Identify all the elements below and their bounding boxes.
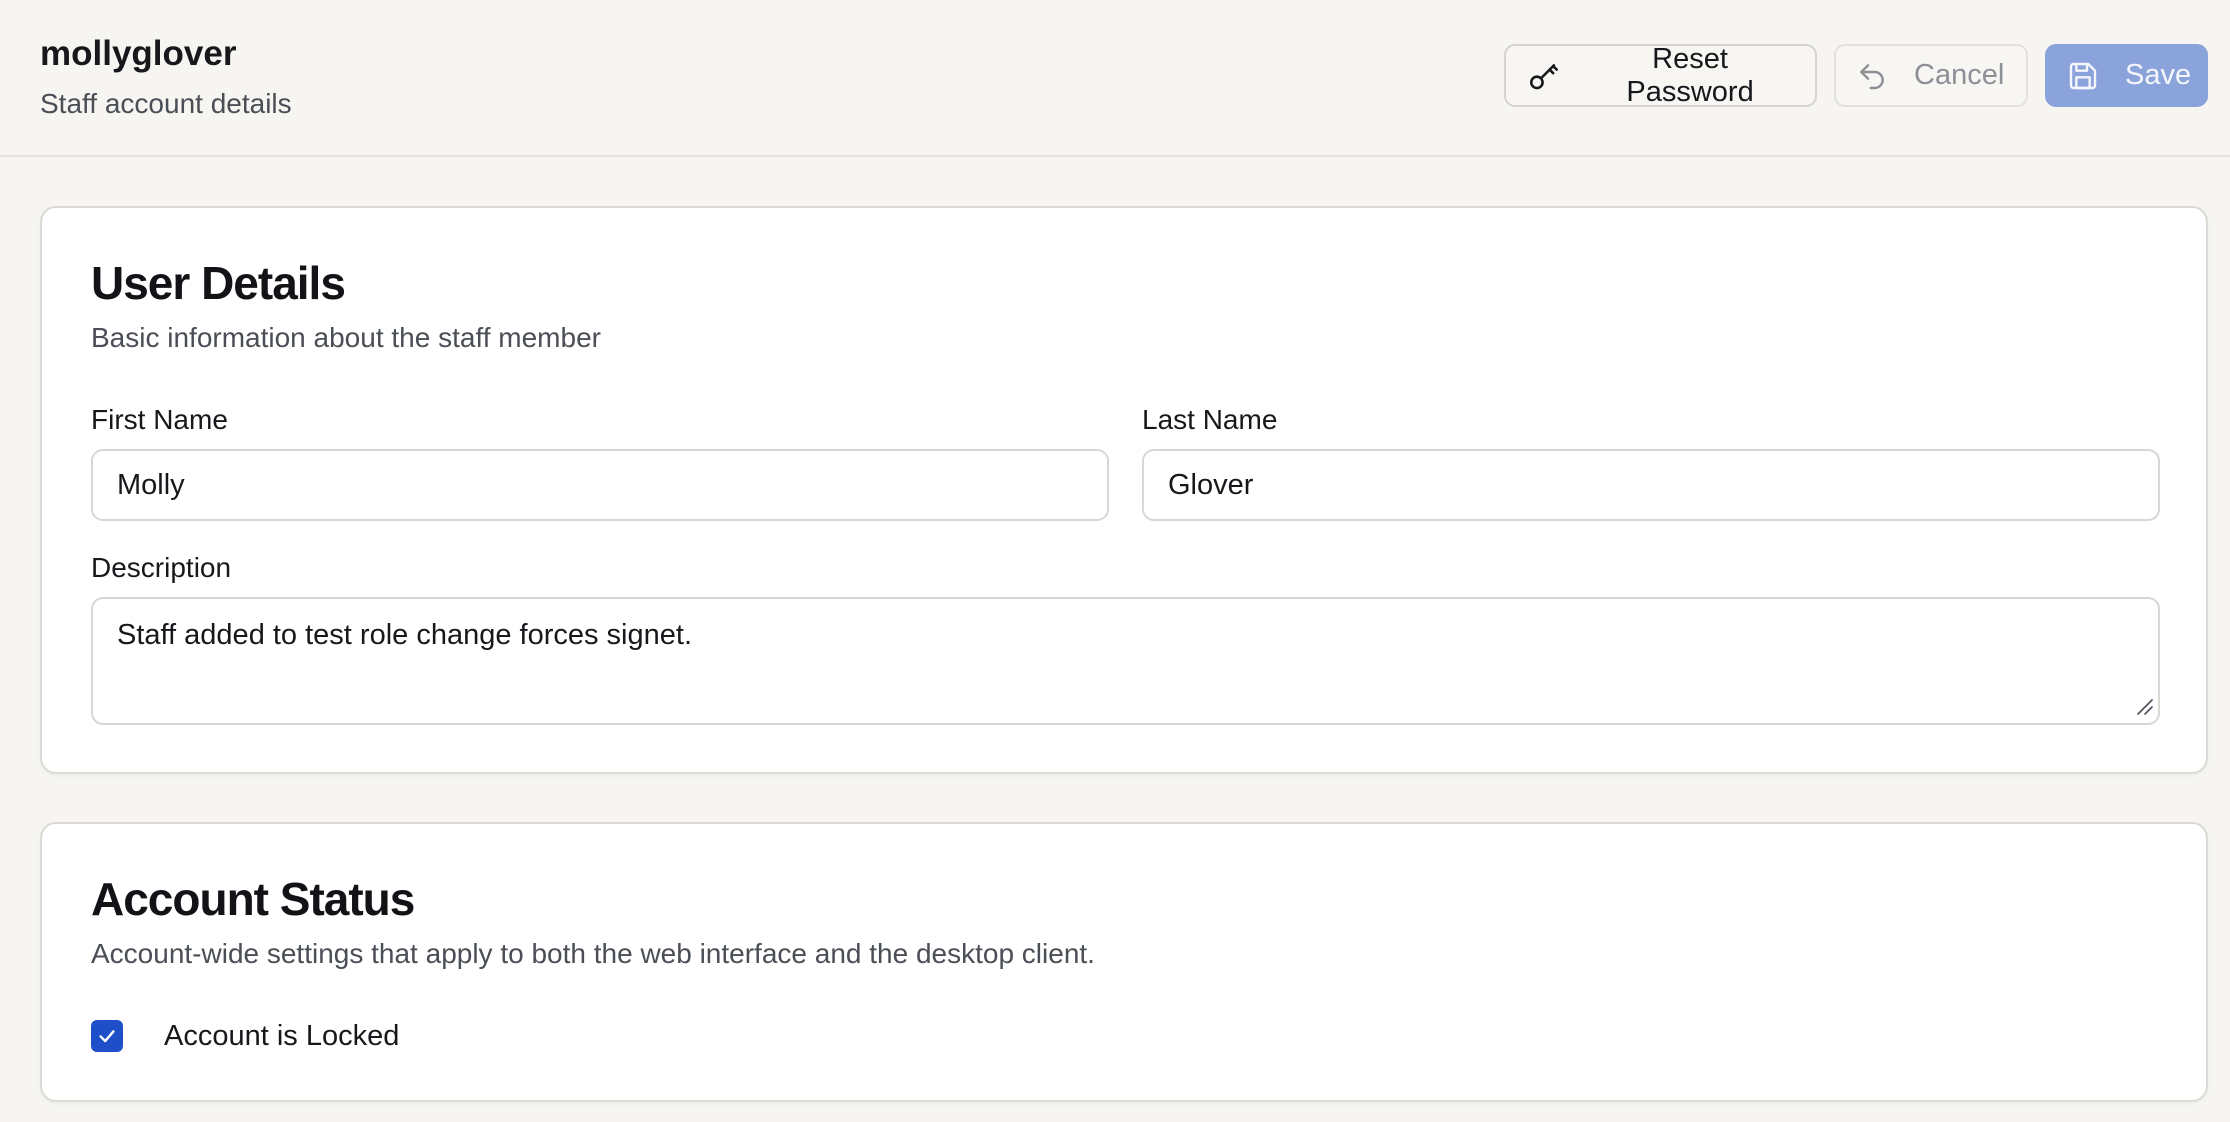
undo-icon bbox=[1856, 58, 1888, 94]
account-status-card: Account Status Account-wide settings tha… bbox=[40, 822, 2208, 1102]
user-details-description: Basic information about the staff member bbox=[91, 322, 601, 353]
description-label: Description bbox=[91, 552, 232, 583]
save-button[interactable]: Save bbox=[2045, 44, 2208, 107]
account-status-heading: Account Status bbox=[91, 873, 415, 925]
first-name-label: First Name bbox=[91, 404, 228, 435]
cancel-label: Cancel bbox=[1914, 59, 2005, 91]
last-name-input[interactable] bbox=[1142, 449, 2160, 521]
user-details-card: User Details Basic information about the… bbox=[40, 206, 2208, 774]
description-textarea[interactable]: Staff added to test role change forces s… bbox=[91, 597, 2160, 725]
page-header: mollyglover Staff account details Reset … bbox=[0, 0, 2230, 157]
cancel-button[interactable]: Cancel bbox=[1834, 44, 2028, 107]
reset-password-button[interactable]: Reset Password bbox=[1504, 42, 1817, 108]
account-locked-checkbox[interactable] bbox=[91, 1020, 123, 1052]
key-icon bbox=[1526, 58, 1561, 94]
resize-handle-icon[interactable] bbox=[2134, 696, 2154, 716]
page-title: mollyglover bbox=[40, 34, 237, 73]
header-actions: Reset Password Cancel Save bbox=[1504, 42, 2208, 108]
page-subtitle: Staff account details bbox=[40, 88, 292, 119]
reset-password-label: Reset Password bbox=[1626, 42, 1754, 108]
account-status-description: Account-wide settings that apply to both… bbox=[91, 938, 1095, 969]
checkmark-icon bbox=[99, 1030, 115, 1043]
last-name-label: Last Name bbox=[1142, 404, 1278, 435]
user-details-heading: User Details bbox=[91, 257, 346, 309]
save-label: Save bbox=[2125, 59, 2192, 91]
account-locked-label[interactable]: Account is Locked bbox=[164, 1020, 399, 1053]
floppy-disk-icon bbox=[2067, 58, 2099, 94]
first-name-input[interactable] bbox=[91, 449, 1109, 521]
